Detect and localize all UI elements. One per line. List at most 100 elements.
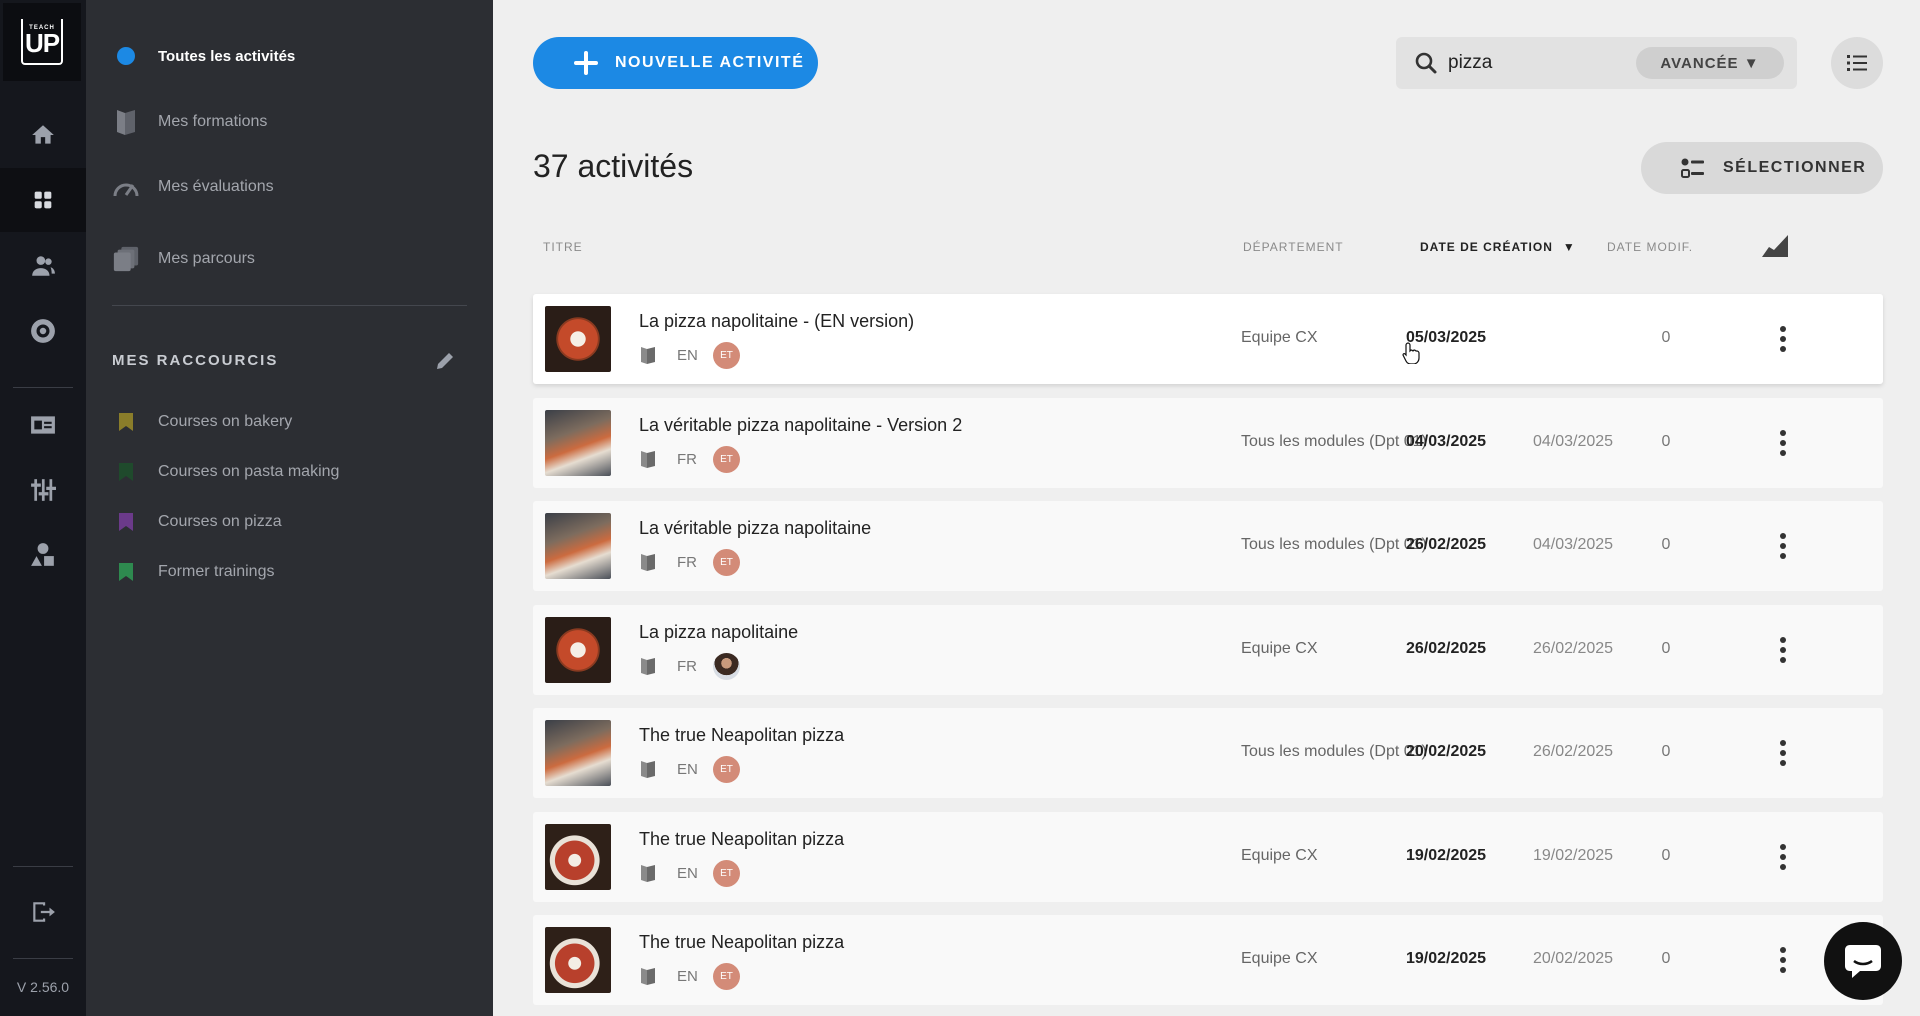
rail-settings-button[interactable] [0,458,86,522]
author-avatar: ET [713,755,740,783]
activity-meta: EN ET [639,962,740,990]
language-code: FR [677,657,697,675]
activity-department: Equipe CX [1241,847,1318,864]
shortcut-courses-on-pizza[interactable]: Courses on pizza [86,502,493,542]
bookmark-icon [112,458,140,486]
rail-logout-button[interactable] [0,880,86,944]
activity-row[interactable]: The true Neapolitan pizza EN ET Equipe C… [533,915,1883,1005]
edit-shortcuts-pencil-icon[interactable] [434,350,456,372]
search-bar: AVANCÉE ▼ [1396,37,1797,89]
rail-id-card-button[interactable] [0,393,86,457]
activity-modified-date: 04/03/2025 [1533,433,1614,450]
shortcut-courses-on-bakery[interactable]: Courses on bakery [86,402,493,442]
activity-title[interactable]: La véritable pizza napolitaine [639,518,871,539]
activity-thumbnail [545,927,611,993]
more-options-icon[interactable] [1765,528,1801,564]
shapes-icon [31,543,54,566]
column-header-modified[interactable]: DATE MODIF. [1607,240,1693,254]
activity-row[interactable]: La véritable pizza napolitaine - Version… [533,398,1883,488]
language-code: FR [677,450,697,468]
blue-dot-icon [112,42,140,70]
activity-created-date: 26/02/2025 [1406,536,1487,553]
activity-title[interactable]: La véritable pizza napolitaine - Version… [639,415,962,436]
chat-support-button[interactable] [1824,922,1902,1000]
new-activity-label: NOUVELLE ACTIVITÉ [615,54,805,71]
column-header-department[interactable]: DÉPARTEMENT [1243,240,1344,254]
bookmark-icon [112,508,140,536]
activity-title[interactable]: La pizza napolitaine - (EN version) [639,311,914,332]
activity-department: Equipe CX [1241,640,1318,657]
activity-modified-date: 04/03/2025 [1533,536,1614,553]
rail-users-button[interactable] [0,234,86,298]
activity-thumbnail [545,720,611,786]
book-icon [641,553,655,571]
rail-separator [13,866,73,867]
column-header-created-label: DATE DE CRÉATION [1420,240,1553,254]
activity-views-count: 0 [1661,433,1671,450]
nav-item-my-trainings[interactable]: Mes formations [86,102,493,142]
select-label: SÉLECTIONNER [1723,159,1867,176]
list-view-toggle[interactable] [1831,37,1883,89]
activity-row[interactable]: La véritable pizza napolitaine FR ET Tou… [533,501,1883,591]
more-options-icon[interactable] [1765,942,1801,978]
rail-home-button[interactable] [0,103,86,167]
activity-created-date: 26/02/2025 [1406,640,1487,657]
activity-modified-date: 20/02/2025 [1533,950,1614,967]
advanced-search-button[interactable]: AVANCÉE ▼ [1636,47,1784,79]
bookmark-icon [112,558,140,586]
activity-modified-date: 26/02/2025 [1533,743,1614,760]
activity-thumbnail [545,824,611,890]
rail-support-button[interactable] [0,299,86,363]
activity-views-count: 0 [1661,329,1671,346]
activity-created-date: 19/02/2025 [1406,950,1487,967]
more-options-icon[interactable] [1765,321,1801,357]
rail-separator [13,958,73,959]
book-icon [641,864,655,882]
activity-department: Equipe CX [1241,950,1318,967]
activity-row[interactable]: The true Neapolitan pizza EN ET Tous les… [533,708,1883,798]
more-options-icon[interactable] [1765,632,1801,668]
users-icon [32,256,55,276]
list-icon [1847,55,1867,71]
activity-row[interactable]: La pizza napolitaine - (EN version) EN E… [533,294,1883,384]
column-header-created[interactable]: DATE DE CRÉATION ▼ [1420,240,1576,254]
plus-icon [573,50,599,76]
more-options-icon[interactable] [1765,735,1801,771]
rail-dashboard-button[interactable] [0,168,86,232]
book-icon [641,760,655,778]
shortcut-former-trainings[interactable]: Former trainings [86,552,493,592]
icon-rail: TEACH UP V 2.56.0 [0,0,86,1016]
activity-title[interactable]: The true Neapolitan pizza [639,932,844,953]
language-code: EN [677,967,698,985]
shortcut-label: Courses on pasta making [158,463,340,480]
book-icon [641,450,655,468]
shortcut-courses-on-pasta-making[interactable]: Courses on pasta making [86,452,493,492]
more-options-icon[interactable] [1765,425,1801,461]
nav-item-all-activities[interactable]: Toutes les activités [86,36,493,76]
activity-title[interactable]: The true Neapolitan pizza [639,829,844,850]
id-card-icon [31,416,55,434]
dashboard-grid-icon [34,191,52,209]
author-avatar: ET [713,445,740,473]
select-button[interactable]: SÉLECTIONNER [1641,142,1883,194]
book-icon [641,967,655,985]
activity-row[interactable]: La pizza napolitaine FR Equipe CX 26/02/… [533,605,1883,695]
nav-item-my-paths[interactable]: Mes parcours [86,239,493,279]
search-input[interactable] [1448,47,1638,79]
nav-item-label: Mes parcours [158,250,255,267]
rail-shapes-button[interactable] [0,523,86,587]
more-options-icon[interactable] [1765,839,1801,875]
nav-item-my-evaluations[interactable]: Mes évaluations [86,167,493,207]
activity-count: 37 activités [533,148,694,184]
activity-row[interactable]: The true Neapolitan pizza EN ET Equipe C… [533,812,1883,902]
activity-title[interactable]: La pizza napolitaine [639,622,798,643]
new-activity-button[interactable]: NOUVELLE ACTIVITÉ [533,37,818,89]
activity-meta: EN ET [639,341,740,369]
teachup-logo[interactable]: TEACH UP [3,3,81,81]
chat-bubble-icon [1845,945,1881,978]
column-header-title[interactable]: TITRE [543,240,583,254]
language-code: EN [677,346,698,364]
activity-title[interactable]: The true Neapolitan pizza [639,725,844,746]
nav-panel: Toutes les activités Mes formations Mes … [86,0,493,1016]
views-stats-icon[interactable] [1761,234,1789,263]
